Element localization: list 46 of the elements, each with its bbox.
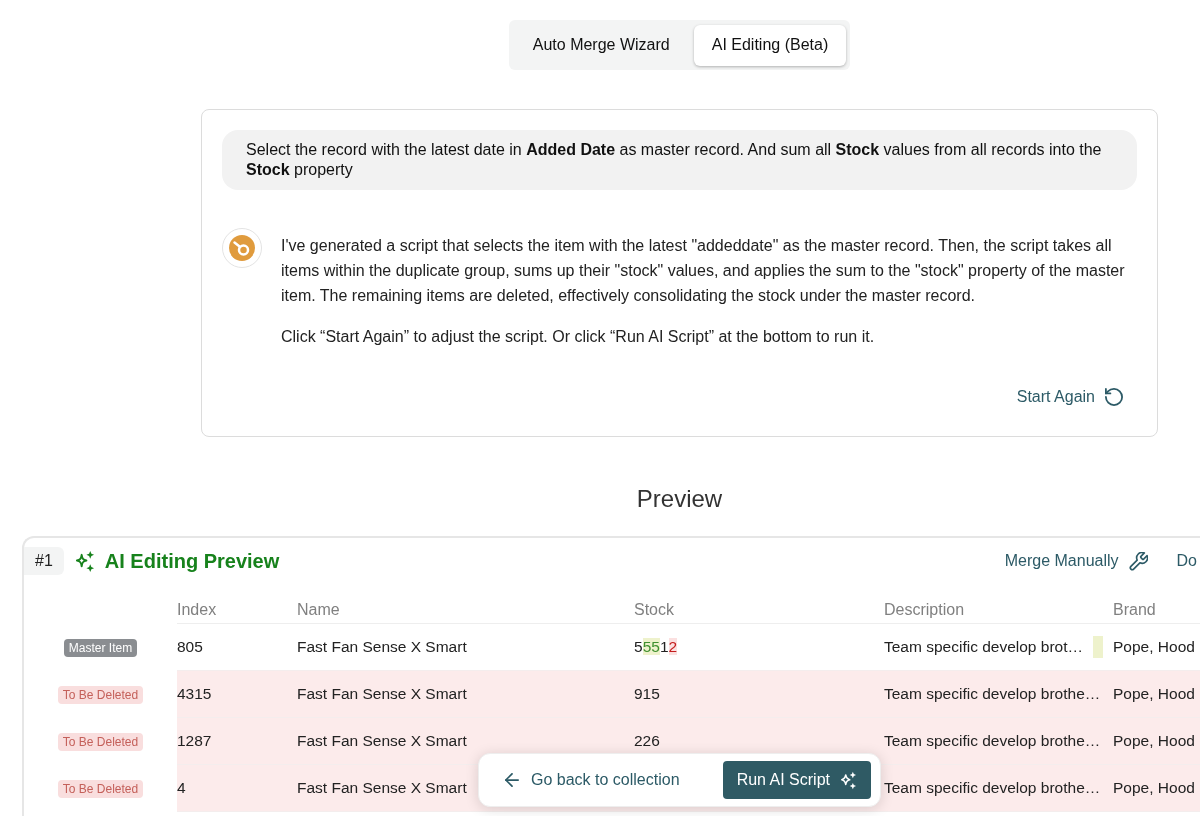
run-script-button[interactable]: Run AI Script (722, 761, 871, 799)
table-cell: 1287 (177, 732, 212, 749)
table-cell: Pope, Hood (1113, 779, 1195, 796)
column-header: Brand (1113, 600, 1156, 618)
column-header: Index (177, 600, 217, 618)
table-cell: Pope, Hood (1113, 732, 1195, 749)
start-again-link[interactable]: Start Again (1016, 385, 1123, 409)
column-header: Name (297, 600, 340, 618)
sparkle-icon (74, 549, 95, 573)
sparkle-icon (840, 770, 857, 790)
table-cell: 4315 (177, 685, 212, 702)
table-cell-text: Team specific develop brot… (884, 637, 1083, 658)
tab[interactable]: Auto Merge Wizard (508, 24, 694, 66)
table-cell: Pope, Hood (1113, 638, 1195, 655)
assistant-message: Click “Start Again” to adjust the script. Or click “Run AI Script” at the bottom to run it. (281, 327, 876, 347)
column-header: Description (884, 600, 965, 618)
table-cell: 4 (177, 779, 186, 796)
group-number: #1 (24, 547, 64, 575)
preview-title: AI Editing Preview (104, 549, 280, 574)
assistant-avatar-icon (222, 228, 262, 268)
assistant-message: I've generated a script that selects the item with the latest "addeddate" as the master record. Then, the script takes all items within the duplicate group, sums up their "stock" values, and applies the sum to the "stock" property of the master item. The remaining items are deleted, effectively consolidating the stock under the master record. (281, 236, 1126, 306)
table-cell: 915 (634, 685, 660, 702)
refresh-icon (1105, 388, 1123, 406)
section-heading: Preview (636, 484, 723, 514)
status-label: To Be Deleted (57, 732, 144, 751)
header-action-link[interactable]: Do (1176, 549, 1197, 573)
table-cell: 805 (177, 638, 203, 655)
tab[interactable]: AI Editing (Beta) (693, 24, 847, 66)
header-action-link[interactable]: Merge Manually (1004, 549, 1148, 573)
back-link[interactable]: Go back to collection (505, 768, 680, 792)
status-label: To Be Deleted (57, 685, 144, 704)
status-label: Master Item (63, 638, 138, 657)
table-cell: Fast Fan Sense X Smart (297, 638, 467, 655)
status-label: To Be Deleted (57, 779, 144, 798)
table-cell: 55512 (634, 638, 678, 655)
table-cell-text: Team specific develop brothe… (884, 731, 1101, 752)
table-cell: Pope, Hood (1113, 685, 1195, 702)
table-cell-text: Team specific develop brothe… (884, 684, 1101, 705)
table-cell-text: Team specific develop brothe… (884, 778, 1101, 799)
table-cell: Fast Fan Sense X Smart (297, 779, 467, 796)
table-cell: Fast Fan Sense X Smart (297, 685, 467, 702)
prompt-message: Select the record with the latest date in Added Date as master record. And sum all Stock values from all records into the Stock property (222, 130, 1137, 190)
wrench-icon (1128, 551, 1148, 571)
table-cell: 226 (634, 732, 660, 749)
table-cell: Fast Fan Sense X Smart (297, 732, 467, 749)
column-header: Stock (634, 600, 674, 618)
